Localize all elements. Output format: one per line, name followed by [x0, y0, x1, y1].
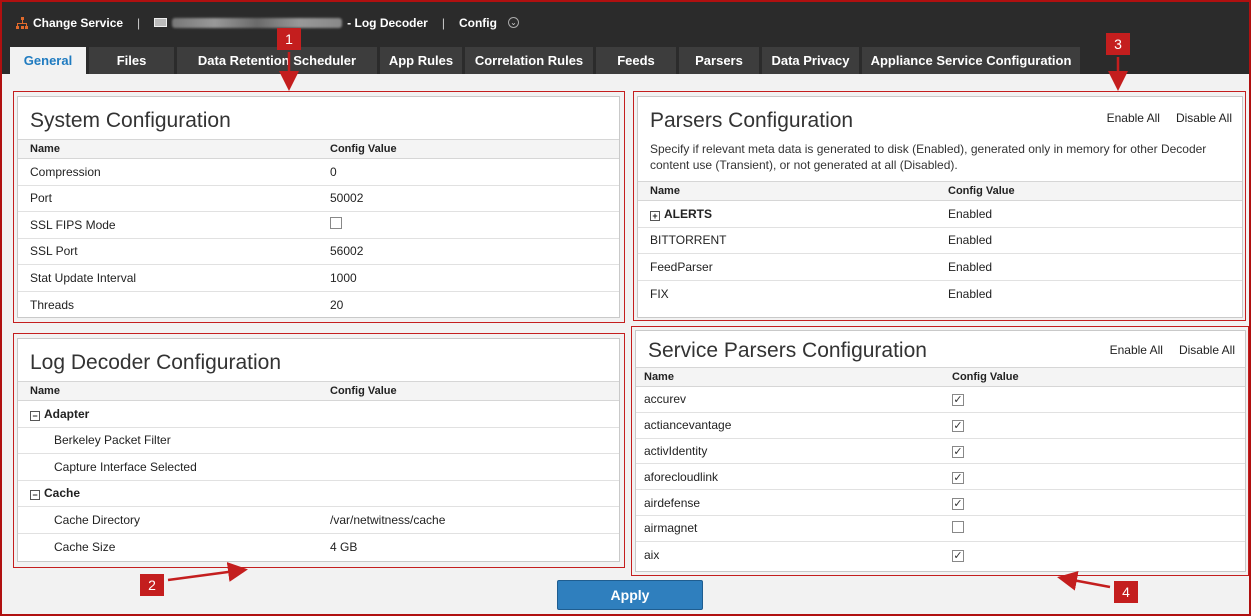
top-bar: Change Service | - Log Decoder | Config …	[2, 2, 1249, 43]
callout-number-3: 3	[1106, 33, 1130, 55]
device-icon	[154, 18, 168, 27]
callout-number-4: 4	[1114, 581, 1138, 603]
service-name: - Log Decoder	[347, 15, 428, 30]
chevron-down-icon: ⌄	[507, 17, 519, 28]
tab-general[interactable]: General	[10, 47, 86, 74]
tab-app-rules[interactable]: App Rules	[380, 47, 462, 74]
tab-bar: General Files Data Retention Scheduler A…	[10, 47, 1080, 74]
tab-correlation-rules[interactable]: Correlation Rules	[465, 47, 593, 74]
callout-box-3	[633, 91, 1246, 321]
callout-box-1	[13, 91, 625, 323]
tab-data-retention-scheduler[interactable]: Data Retention Scheduler	[177, 47, 377, 74]
tab-files[interactable]: Files	[89, 47, 174, 74]
callout-box-2	[13, 333, 625, 568]
network-icon	[16, 16, 28, 29]
tab-data-privacy[interactable]: Data Privacy	[762, 47, 859, 74]
tab-parsers[interactable]: Parsers	[679, 47, 759, 74]
separator: |	[441, 15, 445, 30]
change-service-button[interactable]: Change Service	[16, 16, 123, 30]
callout-number-1: 1	[277, 28, 301, 50]
redacted-hostname	[172, 17, 343, 28]
tab-appliance-service-configuration[interactable]: Appliance Service Configuration	[862, 47, 1080, 74]
view-selector[interactable]: Config ⌄	[459, 16, 519, 30]
change-service-label: Change Service	[33, 15, 124, 30]
apply-button[interactable]: Apply	[557, 580, 703, 610]
tab-feeds[interactable]: Feeds	[596, 47, 676, 74]
callout-number-2: 2	[140, 574, 164, 596]
callout-box-4	[631, 326, 1249, 576]
view-label: Config	[458, 15, 497, 30]
separator: |	[137, 15, 141, 30]
